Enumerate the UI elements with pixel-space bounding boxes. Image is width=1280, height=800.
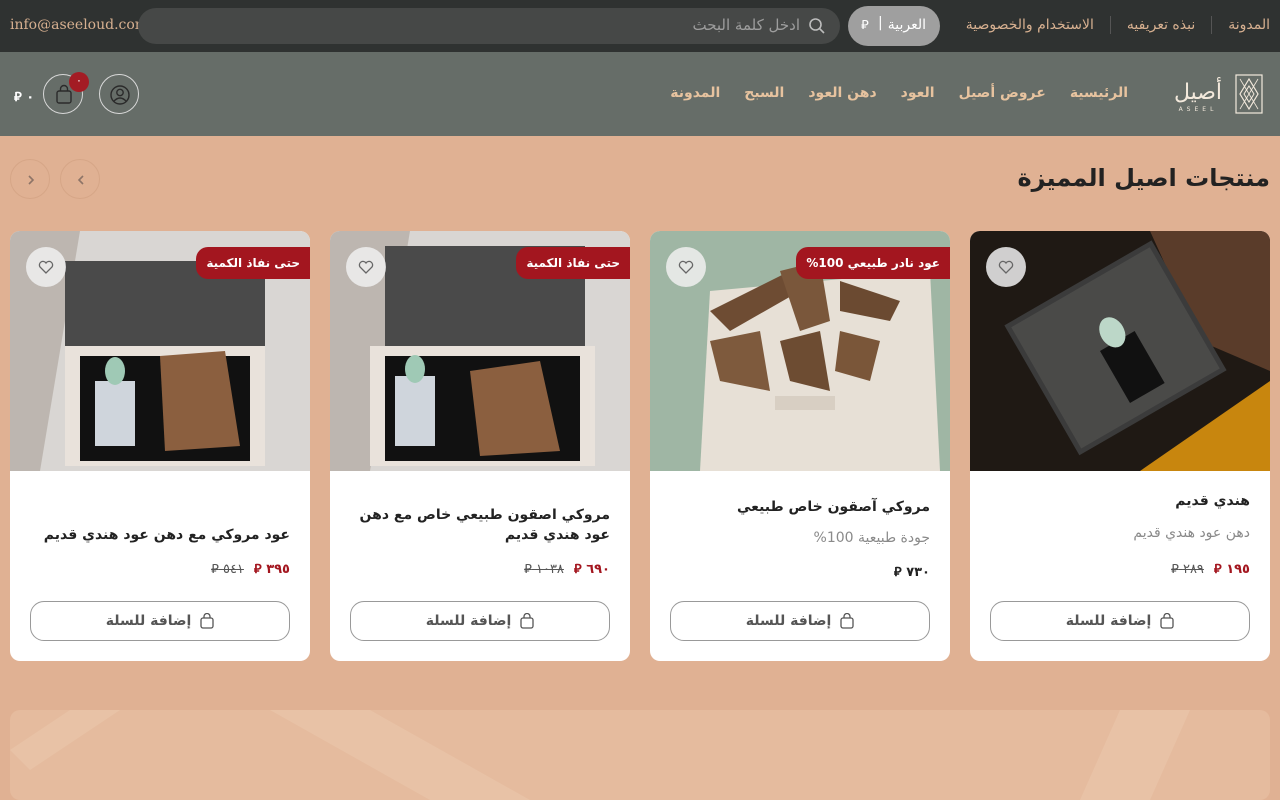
product-price: ٦٩٠ ⃁ ١٠٣٨ ⃁ <box>524 560 610 577</box>
logo-subtext: ASEEL <box>1179 106 1218 113</box>
nav-item-rosaries[interactable]: السبح <box>744 85 784 101</box>
carousel-prev-button[interactable] <box>60 159 100 199</box>
product-name[interactable]: مروكي اصقون طبيعي خاص مع دهن عود هندي قد… <box>350 505 610 545</box>
search-box[interactable]: ادخل كلمة البحث <box>138 8 840 44</box>
add-to-cart-button[interactable]: إضافة للسلة <box>990 601 1250 641</box>
main-nav: الرئيسية عروض أصيل العود دهن العود السبح… <box>670 85 1128 101</box>
product-price: ٧٣٠ ⃁ <box>894 563 930 580</box>
section-title: منتجات اصيل المميزة <box>1017 164 1270 192</box>
add-to-cart-button[interactable]: إضافة للسلة <box>350 601 610 641</box>
account-button[interactable] <box>99 74 139 114</box>
favorite-button[interactable] <box>346 247 386 287</box>
cart-count-badge: ٠ <box>69 72 89 92</box>
product-card[interactable]: حتى نفاذ الكمية عود مروكي مع دهن عود هند… <box>10 231 310 661</box>
top-link-about[interactable]: نبذه تعريفيه <box>1109 16 1211 34</box>
price-current: ٧٣٠ ⃁ <box>893 565 930 580</box>
price-current: ٣٩٥ ⃁ <box>253 562 290 577</box>
price-old: ٢٨٩ ⃁ <box>1171 562 1204 577</box>
add-to-cart-label: إضافة للسلة <box>1065 613 1152 629</box>
logo-text: أصيل <box>1174 77 1222 105</box>
product-card[interactable]: حتى نفاذ الكمية مروكي اصقون طبيعي خاص مع… <box>330 231 630 661</box>
favorite-button[interactable] <box>986 247 1026 287</box>
product-subtitle: جودة طبيعية 100% <box>813 530 930 546</box>
product-card[interactable]: عود نادر طبيعي 100% مروكي آصقون خاص طبيع… <box>650 231 950 661</box>
nav-item-oud[interactable]: العود <box>901 85 935 101</box>
price-old: ١٠٣٨ ⃁ <box>524 562 564 577</box>
cart-total: ⃁ ٠ <box>14 88 34 105</box>
language-switcher[interactable]: ⃁ | العربية <box>848 6 940 46</box>
product-name[interactable]: عود مروكي مع دهن عود هندي قديم <box>44 525 290 545</box>
top-bar: info@aseeloud.com ادخل كلمة البحث ⃁ | ال… <box>0 0 1280 52</box>
heart-icon <box>358 260 374 274</box>
cart-total-value: ٠ <box>26 90 35 105</box>
site-logo[interactable]: أصيل ASEEL <box>1168 74 1264 114</box>
search-icon[interactable] <box>808 17 826 35</box>
promo-banner <box>10 710 1270 800</box>
shopping-bag-icon <box>1160 613 1174 629</box>
nav-item-offers[interactable]: عروض أصيل <box>959 85 1046 101</box>
heart-icon <box>998 260 1014 274</box>
chevron-right-icon <box>28 175 35 185</box>
language-separator: | <box>878 15 883 31</box>
add-to-cart-button[interactable]: إضافة للسلة <box>30 601 290 641</box>
shopping-bag-icon <box>520 613 534 629</box>
favorite-button[interactable] <box>666 247 706 287</box>
product-name[interactable]: مروكي آصقون خاص طبيعي <box>737 497 930 517</box>
carousel-next-button[interactable] <box>10 159 50 199</box>
price-old: ٥٤١ ⃁ <box>211 562 244 577</box>
shopping-bag-icon <box>200 613 214 629</box>
language-label: العربية <box>887 17 926 33</box>
top-links: المدونة نبذه تعريفيه الاستخدام والخصوصية <box>950 16 1270 34</box>
chevron-left-icon <box>77 175 84 185</box>
nav-item-blog[interactable]: المدونة <box>670 85 720 101</box>
add-to-cart-button[interactable]: إضافة للسلة <box>670 601 930 641</box>
product-price: ١٩٥ ⃁ ٢٨٩ ⃁ <box>1171 560 1250 577</box>
product-badge: حتى نفاذ الكمية <box>196 247 310 279</box>
product-badge: حتى نفاذ الكمية <box>516 247 630 279</box>
heart-icon <box>38 260 54 274</box>
shopping-bag-icon <box>840 613 854 629</box>
add-to-cart-label: إضافة للسلة <box>105 613 192 629</box>
product-name[interactable]: هندي قديم <box>1175 491 1250 511</box>
banner-pattern <box>10 710 1190 800</box>
currency-symbol: ⃁ <box>861 18 869 33</box>
product-badge: عود نادر طبيعي 100% <box>796 247 950 279</box>
contact-email-link[interactable]: info@aseeloud.com <box>10 17 148 33</box>
price-current: ١٩٥ ⃁ <box>1213 562 1250 577</box>
nav-item-home[interactable]: الرئيسية <box>1070 85 1128 101</box>
add-to-cart-label: إضافة للسلة <box>425 613 512 629</box>
add-to-cart-label: إضافة للسلة <box>745 613 832 629</box>
main-header: أصيل ASEEL الرئيسية عروض أصيل العود دهن … <box>0 52 1280 136</box>
heart-icon <box>678 260 694 274</box>
cart-currency: ⃁ <box>14 90 22 105</box>
nav-item-oud-oil[interactable]: دهن العود <box>808 85 876 101</box>
favorite-button[interactable] <box>26 247 66 287</box>
product-price: ٣٩٥ ⃁ ٥٤١ ⃁ <box>211 560 290 577</box>
search-input[interactable]: ادخل كلمة البحث <box>692 16 800 34</box>
price-current: ٦٩٠ ⃁ <box>573 562 610 577</box>
top-link-privacy[interactable]: الاستخدام والخصوصية <box>950 16 1110 34</box>
product-subtitle: دهن عود هندي قديم <box>1133 525 1250 541</box>
top-link-blog[interactable]: المدونة <box>1211 16 1270 34</box>
user-icon <box>110 85 130 105</box>
product-card[interactable]: هندي قديم دهن عود هندي قديم ١٩٥ ⃁ ٢٨٩ ⃁ … <box>970 231 1270 661</box>
